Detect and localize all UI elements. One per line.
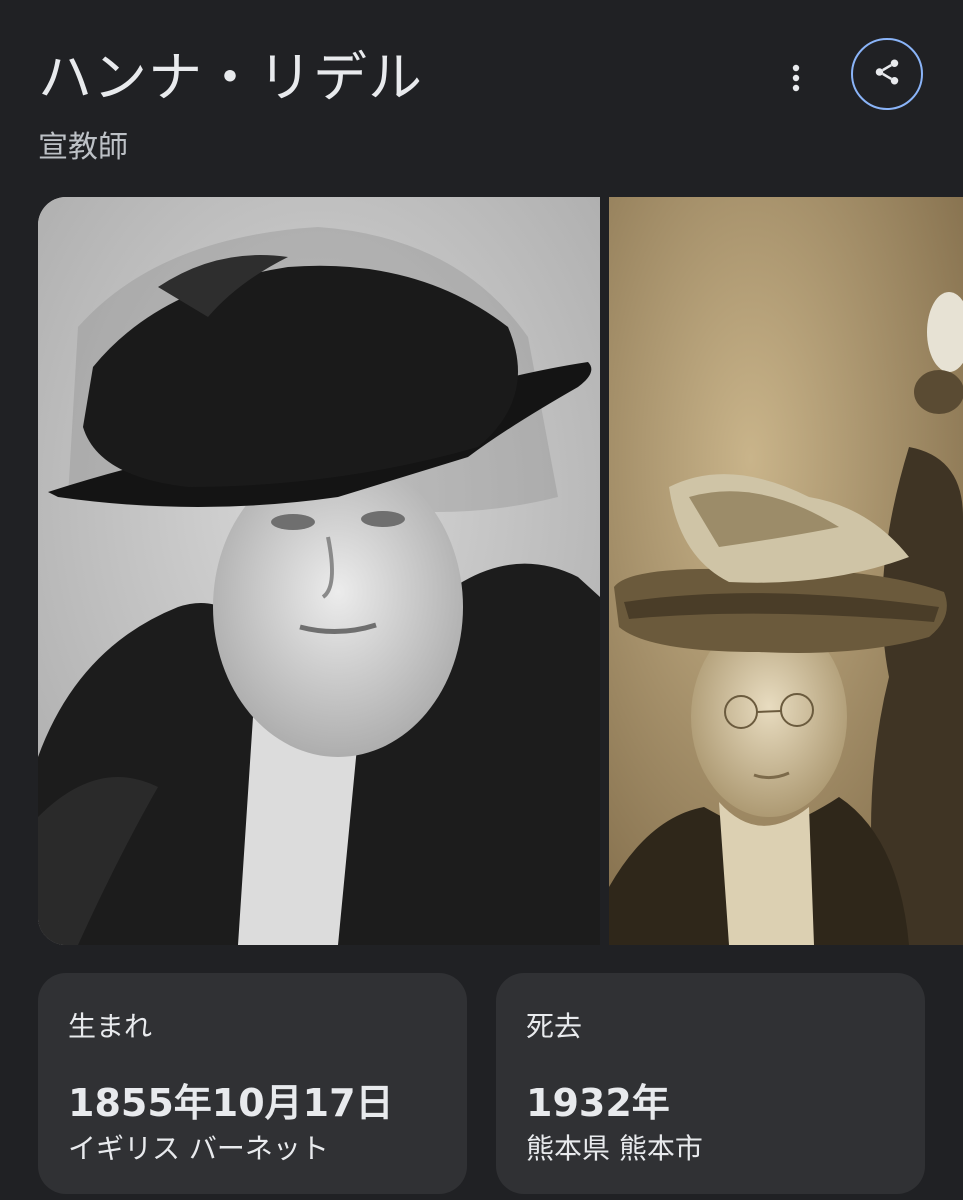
page-title: ハンナ・リデル xyxy=(38,46,423,109)
died-label: 死去 xyxy=(526,1010,583,1043)
born-date: 1855年10月17日 xyxy=(68,1081,394,1125)
share-button[interactable] xyxy=(851,38,923,110)
portrait-photo-2[interactable] xyxy=(609,197,963,945)
born-place: イギリス バーネット xyxy=(68,1132,329,1165)
page-subtitle: 宣教師 xyxy=(38,130,128,165)
portrait-photo-1[interactable] xyxy=(38,197,600,945)
image-gallery[interactable] xyxy=(38,197,963,945)
born-label: 生まれ xyxy=(68,1010,153,1043)
died-place: 熊本県 熊本市 xyxy=(526,1132,703,1165)
died-date: 1932年 xyxy=(526,1081,670,1125)
share-icon xyxy=(872,57,902,91)
died-card[interactable]: 死去 1932年 熊本県 熊本市 xyxy=(496,973,925,1194)
born-card[interactable]: 生まれ 1855年10月17日 イギリス バーネット xyxy=(38,973,467,1194)
more-options-button[interactable] xyxy=(772,56,820,104)
more-vert-icon xyxy=(791,63,801,97)
